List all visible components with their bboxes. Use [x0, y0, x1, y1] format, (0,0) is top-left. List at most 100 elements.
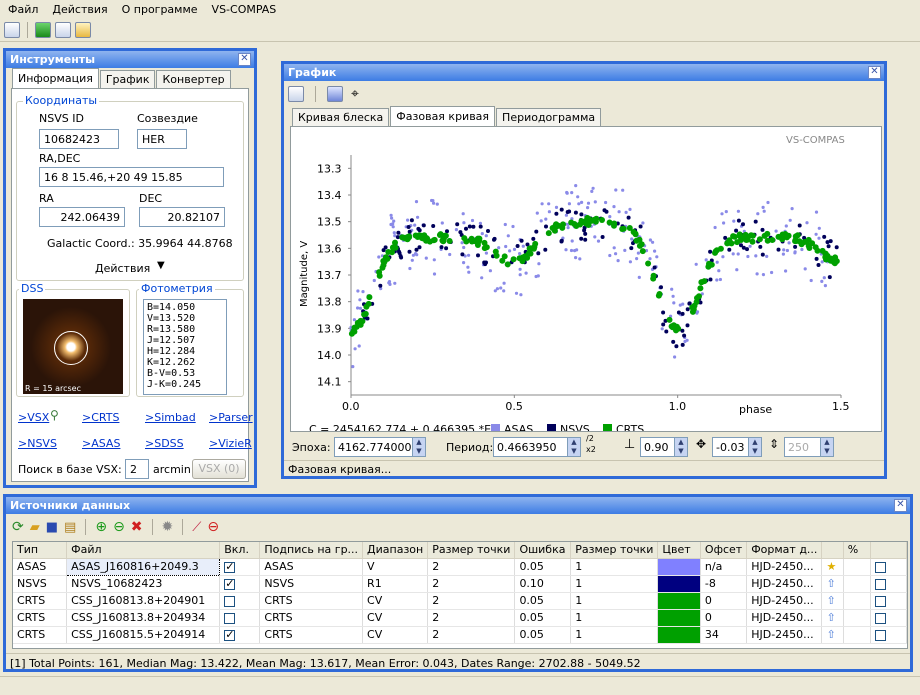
table-cell[interactable] [219, 575, 261, 593]
chevron-down-icon[interactable]: ▼ [157, 260, 165, 271]
column-header[interactable]: Формат д... [746, 542, 823, 559]
constellation-field[interactable]: HER [137, 129, 187, 149]
table-cell[interactable]: CRTS [13, 626, 68, 644]
table-row[interactable]: ASASASAS_J160816+2049.3ASASV20.051n/aHJD… [13, 557, 907, 576]
link-parser[interactable]: >Parser [209, 411, 253, 424]
enabled-checkbox[interactable] [224, 628, 236, 641]
menu-file[interactable]: Файл [8, 3, 38, 16]
table-cell[interactable] [843, 609, 872, 627]
table-cell[interactable] [219, 609, 261, 627]
table-cell[interactable]: 2 [427, 626, 516, 644]
add-icon[interactable]: ⊕ [95, 519, 107, 535]
table-cell[interactable]: V [362, 558, 429, 576]
column-header[interactable]: Офсет [700, 542, 748, 559]
delete-icon[interactable]: ✖ [131, 519, 143, 535]
save-icon[interactable]: ■ [46, 520, 58, 535]
table-cell[interactable]: 2 [427, 592, 516, 610]
table-cell[interactable]: NSVS_10682423 [66, 575, 221, 593]
gear-icon[interactable]: ✹ [162, 519, 174, 535]
chat-icon[interactable] [35, 21, 51, 38]
table-row[interactable]: NSVSNSVS_10682423NSVSR120.101-8HJD-2450.… [13, 575, 907, 593]
enabled-checkbox[interactable] [224, 560, 236, 573]
table-cell[interactable] [870, 626, 907, 644]
table-cell[interactable]: ASAS [259, 558, 364, 576]
paste-icon[interactable]: ▤ [64, 520, 76, 535]
arrow-up-icon[interactable]: ⇧ [826, 628, 835, 641]
period-double-button[interactable]: x2 [586, 445, 596, 454]
table-cell[interactable]: HJD-2450... [746, 592, 823, 610]
table-cell[interactable]: ASAS_J160816+2049.3 [66, 557, 221, 576]
tab-converter[interactable]: Конвертер [156, 70, 231, 88]
table-cell[interactable]: CRTS [259, 626, 364, 644]
table-cell[interactable]: 2 [427, 609, 516, 627]
link-vizier[interactable]: >VizieR [209, 437, 252, 450]
chart-icon[interactable]: ⟋ [192, 520, 201, 535]
column-header[interactable]: Вкл. [219, 542, 261, 559]
table-cell[interactable]: 2 [427, 558, 516, 576]
menu-actions[interactable]: Действия [52, 3, 107, 16]
phase-plot[interactable]: VS-COMPAS 13.3 13.4 13.5 13.6 13.7 13.8 13.9 14.… [291, 127, 881, 431]
color-swatch[interactable] [657, 609, 701, 627]
table-cell[interactable]: ★ [821, 558, 844, 576]
table-cell[interactable] [870, 609, 907, 627]
table-cell[interactable]: 0.05 [514, 592, 572, 610]
table-cell[interactable]: 0 [700, 592, 748, 610]
open-folder-icon[interactable]: ▰ [30, 520, 40, 535]
tab-graph[interactable]: График [99, 70, 156, 88]
select-checkbox[interactable] [875, 561, 887, 573]
remove-icon[interactable]: ⊖ [113, 519, 125, 535]
spinner-icon[interactable]: ▲ ▼ [412, 438, 425, 456]
close-icon[interactable]: ✕ [868, 66, 881, 79]
column-header[interactable]: % [843, 542, 872, 559]
radec-field[interactable]: 16 8 15.46,+20 49 15.85 [39, 167, 224, 187]
screenshot-icon[interactable] [4, 21, 20, 38]
enabled-checkbox[interactable] [224, 577, 236, 590]
vsx-radius-field[interactable]: 2 [125, 459, 149, 479]
table-cell[interactable]: 1 [570, 609, 659, 627]
arrow-up-icon[interactable]: ⇧ [826, 594, 835, 607]
table-cell[interactable]: CV [362, 592, 429, 610]
table-cell[interactable]: CSS_J160813.8+204901 [66, 592, 221, 610]
close-icon[interactable]: ✕ [894, 499, 907, 512]
table-cell[interactable] [843, 626, 872, 644]
color-swatch[interactable] [657, 575, 701, 593]
color-swatch[interactable] [657, 558, 701, 576]
table-cell[interactable] [870, 558, 907, 576]
period-field[interactable]: 0.4663950 ▲ ▼ [493, 437, 581, 457]
table-cell[interactable] [870, 575, 907, 593]
table-cell[interactable]: CRTS [13, 592, 68, 610]
select-checkbox[interactable] [875, 578, 887, 590]
table-cell[interactable] [219, 558, 261, 576]
menu-vscompas[interactable]: VS-COMPAS [212, 3, 277, 16]
table-cell[interactable]: n/a [700, 558, 748, 576]
table-cell[interactable]: CSS_J160815.5+204914 [66, 626, 221, 644]
color-swatch[interactable] [657, 626, 701, 644]
select-checkbox[interactable] [875, 595, 887, 607]
spinner-icon[interactable]: ▲ ▼ [748, 438, 761, 456]
link-asas[interactable]: >ASAS [82, 437, 120, 450]
color-swatch[interactable] [657, 592, 701, 610]
table-cell[interactable]: HJD-2450... [746, 609, 823, 627]
table-cell[interactable]: HJD-2450... [746, 558, 823, 576]
screenshot-icon[interactable] [288, 86, 304, 102]
shift-field[interactable]: -0.03 ▲ ▼ [712, 437, 762, 457]
column-header[interactable]: Диапазон [362, 542, 429, 559]
edit-icon[interactable] [75, 21, 91, 38]
table-cell[interactable] [219, 626, 261, 644]
table-cell[interactable] [843, 592, 872, 610]
tab-lightcurve[interactable]: Кривая блеска [292, 108, 390, 126]
table-cell[interactable]: 0 [700, 609, 748, 627]
table-row[interactable]: CRTSCSS_J160815.5+204914CRTSCV20.05134HJ… [13, 626, 907, 644]
spinner-icon[interactable]: ▲ ▼ [674, 438, 687, 456]
star-icon[interactable]: ★ [826, 560, 836, 573]
tab-info[interactable]: Информация [12, 68, 99, 88]
table-cell[interactable]: 0.05 [514, 609, 572, 627]
table-cell[interactable]: ⇧ [821, 575, 844, 593]
table-row[interactable]: CRTS CSS_J160813.8+204901 CRTS CV 2 0.05 1 0 HJD… [13, 592, 907, 610]
font-icon[interactable] [327, 86, 343, 102]
menu-about[interactable]: О программе [122, 3, 198, 16]
search-icon[interactable]: ⚲ [50, 408, 59, 422]
select-checkbox[interactable] [875, 612, 887, 624]
column-header[interactable]: Размер точки [427, 542, 516, 559]
table-cell[interactable] [219, 592, 261, 610]
